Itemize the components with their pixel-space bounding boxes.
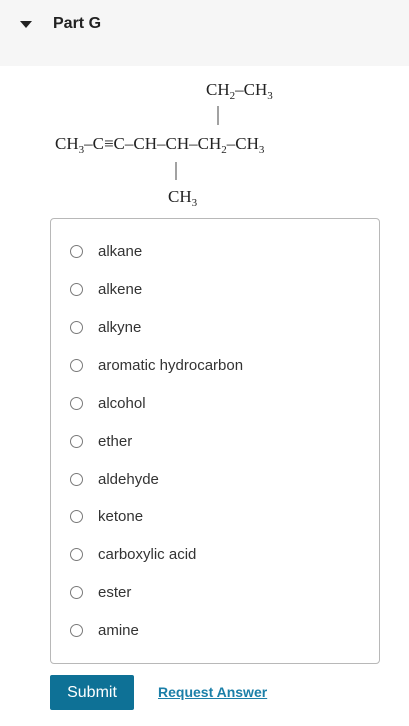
option-alkene[interactable]: alkene — [70, 277, 360, 301]
radio-button[interactable] — [70, 244, 83, 258]
option-label: alkane — [98, 242, 143, 260]
option-label: amine — [98, 621, 139, 639]
radio-button[interactable] — [70, 623, 83, 637]
part-header[interactable]: Part G — [0, 0, 409, 66]
radio-button[interactable] — [70, 472, 83, 486]
collapse-caret-icon[interactable] — [20, 21, 32, 28]
option-amine[interactable]: amine — [70, 618, 360, 642]
option-carboxylic-acid[interactable]: carboxylic acid — [70, 542, 360, 566]
bottom-group-text: CH3 — [168, 187, 198, 209]
option-aromatic-hydrocarbon[interactable]: aromatic hydrocarbon — [70, 353, 360, 377]
option-ether[interactable]: ether — [70, 429, 360, 453]
option-label: alkyne — [98, 318, 142, 336]
submit-button[interactable]: Submit — [50, 675, 134, 710]
option-alkyne[interactable]: alkyne — [70, 315, 360, 339]
option-label: aldehyde — [98, 470, 159, 488]
radio-button[interactable] — [70, 396, 83, 410]
option-alcohol[interactable]: alcohol — [70, 391, 360, 415]
option-label: ether — [98, 432, 133, 450]
radio-button[interactable] — [70, 434, 83, 448]
option-ester[interactable]: ester — [70, 580, 360, 604]
answer-options: alkane alkene alkyne aromatic hydrocarbo… — [50, 218, 380, 664]
option-label: carboxylic acid — [98, 545, 197, 563]
option-label: ketone — [98, 507, 144, 525]
option-alkane[interactable]: alkane — [70, 239, 360, 263]
radio-button[interactable] — [70, 547, 83, 561]
part-title: Part G — [53, 15, 102, 32]
radio-button[interactable] — [70, 282, 83, 296]
option-label: aromatic hydrocarbon — [98, 356, 244, 374]
option-aldehyde[interactable]: aldehyde — [70, 467, 360, 491]
structural-formula: CH2–CH3 CH3–C≡C–CH–CH–CH2–CH3 CH3 — [0, 66, 409, 216]
radio-button[interactable] — [70, 358, 83, 372]
main-chain-text: CH3–C≡C–CH–CH–CH2–CH3 — [55, 134, 265, 156]
option-label: alcohol — [98, 394, 146, 412]
structural-formula-svg: CH2–CH3 CH3–C≡C–CH–CH–CH2–CH3 CH3 — [55, 80, 273, 209]
radio-button[interactable] — [70, 585, 83, 599]
option-label: ester — [98, 583, 132, 601]
radio-button[interactable] — [70, 509, 83, 523]
option-label: alkene — [98, 280, 143, 298]
request-answer-link[interactable]: Request Answer — [158, 684, 267, 700]
option-ketone[interactable]: ketone — [70, 504, 360, 528]
top-group-text: CH2–CH3 — [206, 80, 273, 102]
radio-button[interactable] — [70, 320, 83, 334]
